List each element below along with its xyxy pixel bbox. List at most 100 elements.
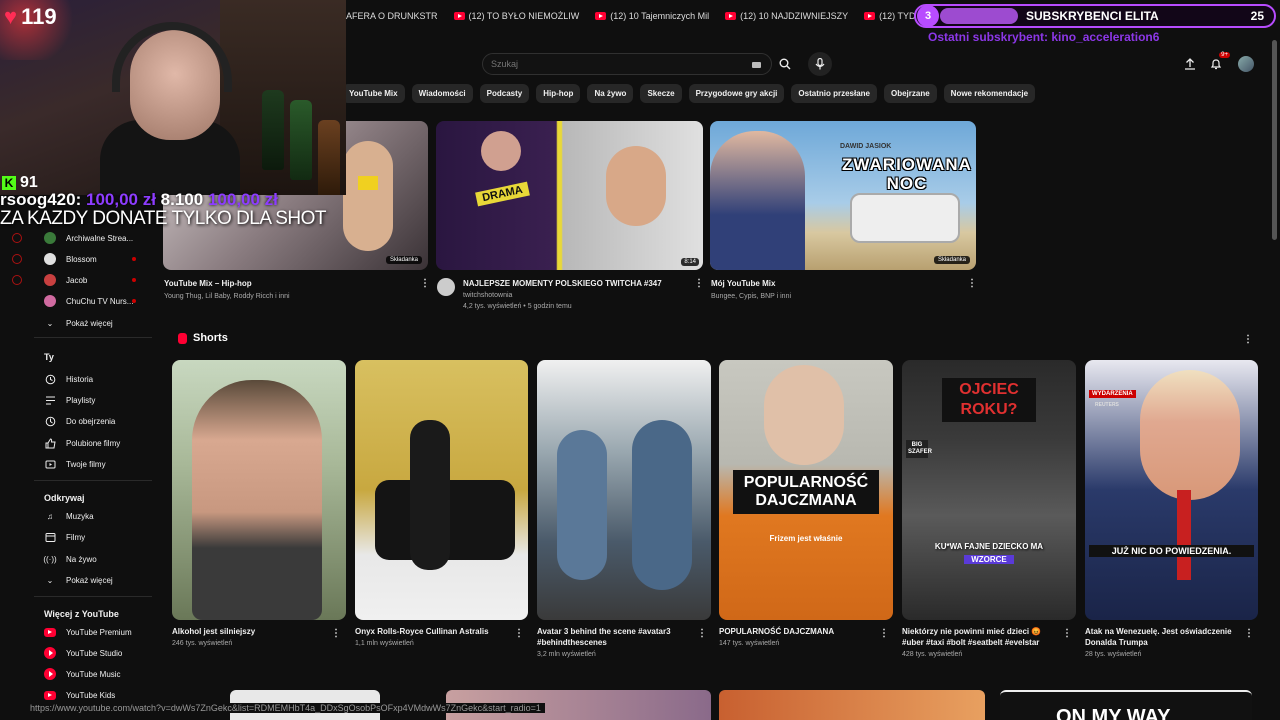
short-title[interactable]: Alkohol jest silniejszy	[172, 626, 332, 637]
sidebar-subscription[interactable]: ChuChu TV Nurs...	[44, 292, 133, 310]
short-menu-button[interactable]: ⋮	[1062, 628, 1072, 639]
short-thumbnail[interactable]	[172, 360, 346, 620]
short-title[interactable]: Atak na Wenezuelę. Jest oświadczenie Don…	[1085, 626, 1235, 648]
video-thumbnail[interactable]	[719, 690, 985, 720]
ticker-label: (12) TO BYŁO NIEMOŻLIW	[468, 11, 580, 21]
short-title[interactable]: Niektórzy nie powinni mieć dzieci 😡 #ube…	[902, 626, 1057, 648]
sidebar-item-your-videos[interactable]: Twoje filmy	[44, 455, 106, 473]
sidebar-item-history[interactable]: Historia	[44, 370, 93, 388]
short-thumbnail[interactable]: OJCIEC ROKU? BIG SZAFER KU*WA FAJNE DZIE…	[902, 360, 1076, 620]
short-menu-button[interactable]: ⋮	[879, 628, 889, 639]
video-title[interactable]: Mój YouTube Mix	[711, 279, 775, 288]
ticker-item[interactable]: (12) TO BYŁO NIEMOŻLIW	[453, 11, 580, 21]
short-menu-button[interactable]: ⋮	[697, 628, 707, 639]
sidebar-show-more[interactable]: ⌄ Pokaż więcej	[44, 314, 113, 332]
chip[interactable]: YouTube Mix	[342, 84, 405, 103]
channel-avatar[interactable]	[437, 278, 455, 296]
webcam-headset	[112, 22, 232, 92]
sidebar-show-more[interactable]: ⌄ Pokaż więcej	[44, 571, 113, 589]
donation-total-amount: 100,00 zł	[207, 190, 278, 209]
chip[interactable]: Hip-hop	[536, 84, 581, 103]
sidebar-item-label: YouTube Kids	[66, 690, 116, 700]
chip[interactable]: Obejrzane	[883, 84, 937, 103]
thumbnail-figure	[557, 430, 607, 580]
chip[interactable]: Przygodowe gry akcji	[688, 84, 785, 103]
video-thumbnail[interactable]: DAWID JASIOK ZWARIOWANA NOC Składanka	[710, 121, 976, 270]
history-icon	[44, 373, 56, 385]
chip[interactable]: Podcasty	[479, 84, 530, 103]
sidebar-item-label: ChuChu TV Nurs...	[66, 296, 134, 306]
sidebar-item-live[interactable]: ((·)) Na żywo	[43, 550, 96, 568]
account-avatar[interactable]	[1238, 56, 1254, 72]
sub-goal-label: SUBSKRYBENCI ELITA	[1026, 9, 1159, 23]
short-menu-button[interactable]: ⋮	[331, 628, 341, 639]
chip[interactable]: Skecze	[640, 84, 682, 103]
video-title[interactable]: YouTube Mix – Hip-hop	[164, 279, 252, 288]
clock-icon	[44, 415, 56, 427]
video-menu-button[interactable]: ⋮	[420, 278, 430, 289]
shorts-menu-button[interactable]: ⋮	[1243, 334, 1253, 345]
voice-search-button[interactable]	[808, 52, 832, 76]
chip[interactable]: Na żywo	[587, 84, 634, 103]
youtube-icon	[725, 12, 737, 20]
sidebar-item-label: Pokaż więcej	[66, 318, 113, 328]
keyboard-icon[interactable]	[752, 62, 761, 68]
video-title[interactable]: NAJLEPSZE MOMENTY POLSKIEGO TWITCHA #347	[463, 279, 662, 288]
sidebar-subscription[interactable]: Blossom	[44, 250, 97, 268]
sidebar-section-explore: Odkrywaj	[44, 493, 85, 503]
sidebar-subscription[interactable]: Jacob	[44, 271, 87, 289]
short-thumbnail[interactable]	[355, 360, 528, 620]
notifications-button[interactable]: 9+	[1208, 52, 1230, 72]
sidebar-item-liked[interactable]: Polubione filmy	[44, 434, 120, 452]
sidebar-item-music-app[interactable]: YouTube Music	[44, 665, 121, 683]
short-menu-button[interactable]: ⋮	[1244, 628, 1254, 639]
chip[interactable]: Ostatnio przesłane	[791, 84, 877, 103]
short-overlay-text: OJCIEC ROKU?	[942, 378, 1036, 422]
scrollbar[interactable]	[1272, 40, 1277, 240]
short-title[interactable]: Avatar 3 behind the scene #avatar3 #behi…	[537, 626, 687, 648]
duration-badge: 8:14	[681, 258, 699, 266]
sidebar-item-studio[interactable]: YouTube Studio	[44, 644, 122, 662]
short-title[interactable]: Onyx Rolls-Royce Cullinan Astralis	[355, 626, 515, 637]
mix-badge: Składanka	[385, 256, 422, 264]
short-thumbnail[interactable]: POPULARNOŚĆ DAJCZMANA Frizem jest właśni…	[719, 360, 893, 620]
short-menu-button[interactable]: ⋮	[514, 628, 524, 639]
sidebar-item-label: Historia	[66, 374, 94, 384]
search-box[interactable]	[482, 53, 772, 75]
video-menu-button[interactable]: ⋮	[967, 278, 977, 289]
thumbnail-figure	[343, 141, 393, 251]
chip[interactable]: Wiadomości	[411, 84, 473, 103]
short-title[interactable]: POPULARNOŚĆ DAJCZMANA	[719, 626, 879, 637]
sidebar-item-watch-later[interactable]: Do obejrzenia	[44, 412, 115, 430]
ticker-item[interactable]: (12) TYDZIEŃ Z BU	[864, 11, 916, 21]
ticker-item[interactable]: AFERA O DRUNKSTR	[346, 11, 438, 21]
ticker-item[interactable]: (12) 10 Tajemniczych Mil	[595, 11, 709, 21]
microphone-icon	[815, 58, 825, 70]
sidebar-item-kids[interactable]: YouTube Kids	[44, 686, 115, 704]
short-thumbnail[interactable]	[537, 360, 711, 620]
thumbnail-face	[192, 380, 322, 620]
short-corner-tag: WYDARZENIA	[1089, 390, 1136, 398]
chip[interactable]: Nowe rekomendacje	[943, 84, 1036, 103]
search-button[interactable]	[772, 53, 798, 75]
video-thumbnail[interactable]: DRAMA 8:14	[436, 121, 703, 270]
short-thumbnail[interactable]: WYDARZENIA REUTERS JUŻ NIC DO POWIEDZENI…	[1085, 360, 1258, 620]
webcam-overlay: ♥ 119 K 91	[0, 0, 346, 195]
video-thumbnail[interactable]: ON MY WAY	[1000, 690, 1252, 720]
sidebar-item-premium[interactable]: YouTube Premium	[44, 623, 132, 641]
search-input[interactable]	[483, 59, 733, 69]
channel-name[interactable]: twitchshotownia	[463, 292, 512, 299]
notification-badge: 9+	[1219, 52, 1230, 58]
sidebar-divider	[34, 596, 152, 597]
video-meta: Bungee, Cypis, BNP i inni	[711, 293, 792, 300]
sidebar-item-playlists[interactable]: Playlisty	[44, 391, 95, 409]
ticker-item[interactable]: (12) 10 NAJDZIWNIEJSZY	[725, 11, 848, 21]
video-menu-button[interactable]: ⋮	[694, 278, 704, 289]
live-dot	[132, 299, 136, 303]
short-views: 147 tys. wyświetleń	[719, 640, 780, 647]
sidebar-section-you[interactable]: Ty	[44, 352, 54, 362]
upload-button[interactable]	[1182, 56, 1198, 72]
sidebar-subscription[interactable]: Archiwalne Strea...	[44, 229, 133, 247]
sidebar-item-music[interactable]: ♫ Muzyka	[44, 507, 94, 525]
sidebar-item-movies[interactable]: Filmy	[44, 528, 85, 546]
